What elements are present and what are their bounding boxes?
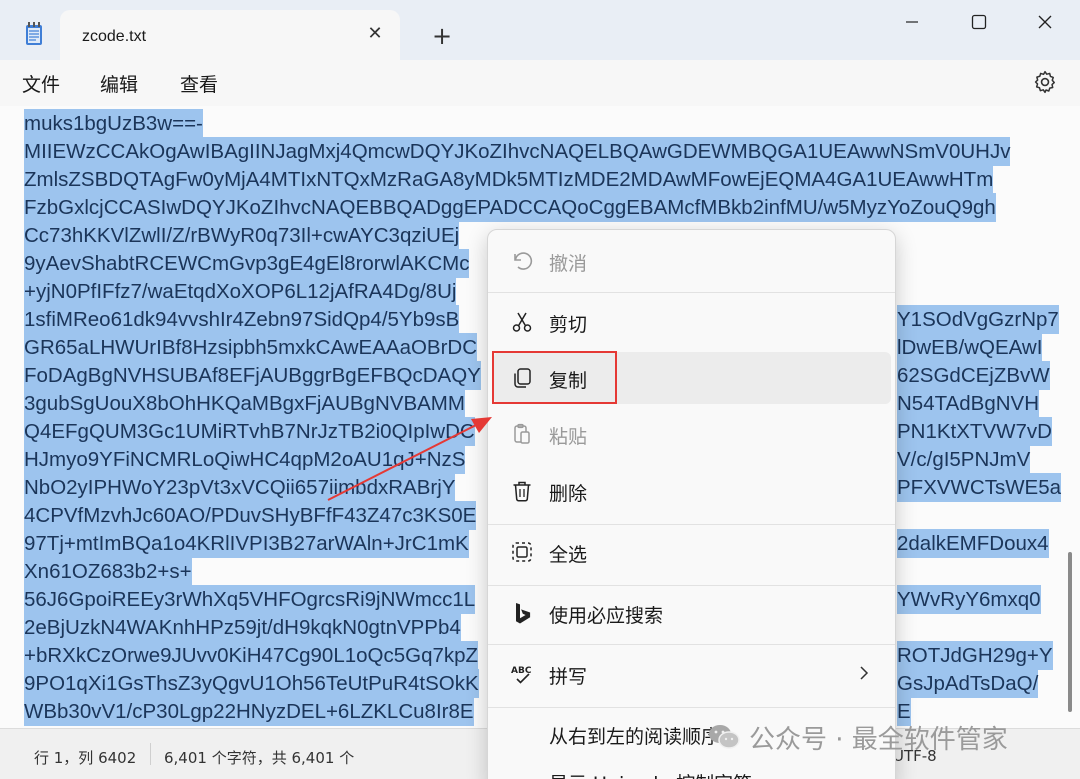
text-line: FoDAgBgNVHSUBAf8EFjAUBggrBgEFBQcDAQY [24, 361, 481, 390]
text-line: +bRXkCzOrwe9JUvv0KiH47Cg90L1oQc5Gq7kpZ [24, 641, 479, 670]
menu-divider [488, 524, 895, 525]
close-icon[interactable]: ✕ [364, 23, 386, 45]
menu-divider [488, 644, 895, 645]
wechat-icon [709, 725, 740, 749]
menu-item-label: 显示 Unicode 控制字符 [549, 769, 752, 779]
chevron-right-icon [860, 666, 869, 680]
close-icon[interactable] [1015, 4, 1075, 40]
tab-zcode[interactable]: zcode.txt ✕ [60, 10, 400, 62]
title-bar: zcode.txt ✕ + [0, 0, 1080, 62]
bing-icon [516, 603, 531, 624]
text-line: 9yAevShabtRCEWCmGvp3gE4gEl8rorwlAKCMc [24, 249, 470, 278]
minimize-icon[interactable] [882, 4, 942, 40]
plus-icon[interactable]: + [428, 22, 456, 50]
menu-item-label: 剪切 [549, 314, 588, 336]
menu-item-spelling[interactable]: ABC 拼写 [494, 648, 891, 700]
menu-view[interactable]: 查看 [180, 70, 218, 97]
text-fragment: PN1KtXTVW7vD [897, 417, 1052, 446]
text-fragment: 62SGdCEjZBvW [897, 361, 1050, 390]
menu-item-bing-search[interactable]: 使用必应搜索 [494, 587, 891, 639]
gear-icon[interactable] [1032, 69, 1058, 95]
menu-item-select-all[interactable]: 全选 [494, 526, 891, 578]
text-line: muks1bgUzB3w==- [24, 109, 203, 138]
menu-item-label: 粘贴 [549, 426, 588, 448]
spellcheck-icon: ABC [511, 666, 532, 684]
text-fragment: Y1SOdVgGzrNp7 [897, 305, 1059, 334]
menu-divider [488, 585, 895, 586]
status-divider [150, 743, 151, 765]
text-line: MIIEWzCCAkOgAwIBAgIINJagMxj4QmcwDQYJKoZI… [24, 137, 1011, 166]
select-all-icon [512, 542, 532, 562]
text-line: Xn61OZ683b2+s+ [24, 557, 192, 586]
watermark-text: 公众号 · 最全软件管家 [749, 724, 1008, 755]
text-line: FzbGxlcjCCASIwDQYJKoZIhvcNAQEBBQADggEPAD… [24, 193, 996, 222]
scissors-icon [512, 312, 532, 332]
text-fragment: ROTJdGH29g+Y [897, 641, 1053, 670]
text-fragment: YWvRyY6mxq0 [897, 585, 1041, 614]
menu-item-cut[interactable]: 剪切 [494, 296, 891, 348]
text-line: Cc73hKKVlZwlI/Z/rBWyR0q73Il+cwAYC3qziUEj [24, 221, 460, 250]
text-line: 1sfiMReo61dk94vvshIr4Zebn97SidQp4/5Yb9sB [24, 305, 460, 334]
character-count: 6,401 个字符，共 6,401 个 [164, 749, 355, 767]
text-line: 3gubSgUouX8bOhHKQaMBgxFjAUBgNVBAMM [24, 389, 465, 418]
text-line: +yjN0PfIFfz7/waEtqdXoXOP6L12jAfRA4Dg/8Uj [24, 277, 457, 306]
maximize-icon[interactable] [949, 4, 1009, 40]
text-line: GR65aLHWUrIBf8Hzsipbh5mxkCAwEAAaOBrDC [24, 333, 478, 362]
undo-icon [514, 252, 533, 270]
menu-item-label: 从右到左的阅读顺序 [549, 726, 721, 748]
trash-icon [513, 481, 531, 502]
vertical-scrollbar[interactable] [1068, 552, 1072, 712]
text-fragment: GsJpAdTsDaQ/ [897, 669, 1039, 698]
menu-item-unicode[interactable]: 显示 Unicode 控制字符 [494, 755, 891, 779]
menu-file[interactable]: 文件 [22, 70, 60, 97]
text-line: NbO2yIPHWoY23pVt3xVCQii657iimbdxRABrjY [24, 473, 456, 502]
text-line: WBb30vV1/cP30Lgp22HNyzDEL+6LZKLCu8Ir8E [24, 697, 474, 726]
text-line: ZmlsZSBDQTAgFw0yMjA4MTIxNTQxMzRaGA8yMDk5… [24, 165, 994, 194]
menu-item-label: 拼写 [549, 666, 588, 688]
text-line: 56J6GpoiREEy3rWhXq5VHFOgrcsRi9jNWmcc1L [24, 585, 476, 614]
text-fragment: lDwEB/wQEAwI [897, 333, 1043, 362]
cursor-position: 行 1，列 6402 [34, 749, 137, 767]
text-fragment: PFXVWCTsWE5a [897, 473, 1062, 502]
text-line: 9PO1qXi1GsThsZ3yQgvU1Oh56TeUtPuR4tSOkK [24, 669, 479, 698]
text-line: Q4EFgQUM3Gc1UMiRTvhB7NrJzTB2i0QIpIwDC [24, 417, 475, 446]
menu-item-label: 删除 [549, 483, 588, 505]
tab-title: zcode.txt [82, 28, 147, 45]
text-fragment: N54TAdBgNVH [897, 389, 1040, 418]
menu-bar: 文件 编辑 查看 [0, 60, 1080, 106]
text-line: 4CPVfMzvhJc60AO/PDuvSHyBFfF43Z47c3KS0E [24, 501, 477, 530]
menu-divider [488, 292, 895, 293]
clipboard-icon [514, 423, 530, 444]
menu-item-label: 使用必应搜索 [549, 605, 664, 627]
menu-item-label: 全选 [549, 544, 588, 566]
text-line: 2eBjUzkN4WAKnhHPz59jt/dH9kqkN0gtnVPPb4 [24, 613, 461, 642]
menu-item-paste[interactable]: 粘贴 [494, 408, 891, 460]
menu-item-delete[interactable]: 删除 [494, 465, 891, 517]
context-menu: 撤消 剪切 复制 粘贴 删除 全选 使用必应搜索 ABC 拼写 从右到左的阅读顺… [487, 229, 896, 779]
notepad-icon [26, 22, 42, 45]
text-line: HJmyo9YFiNCMRLoQiwHC4qpM2oAU1qJ+NzS [24, 445, 466, 474]
menu-edit[interactable]: 编辑 [100, 70, 138, 97]
menu-item-undo[interactable]: 撤消 [494, 235, 891, 287]
text-line: 97Tj+mtImBQa1o4KRlIVPI3B27arWAln+JrC1mK [24, 529, 469, 558]
menu-item-label: 撤消 [549, 253, 588, 275]
highlight-box [492, 351, 617, 404]
text-fragment: 2dalkEMFDoux4 [897, 529, 1049, 558]
watermark: 公众号 · 最全软件管家 [707, 720, 1008, 755]
text-fragment: V/c/gI5PNJmV [897, 445, 1031, 474]
